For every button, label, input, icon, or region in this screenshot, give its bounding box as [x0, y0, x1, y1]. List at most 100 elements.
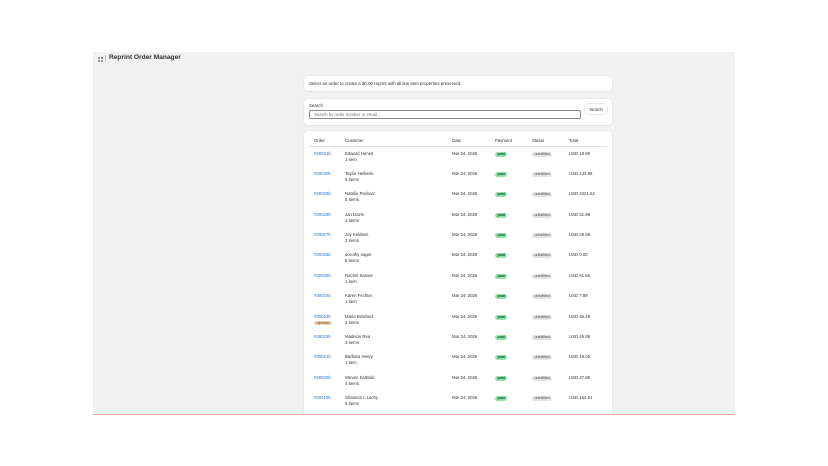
order-link[interactable]: #30030b: [314, 171, 331, 176]
fulfillment-badge: unfulfilled: [532, 375, 553, 381]
table-row[interactable]: #30021b Barbara Henry 1 item Mar 24, 2026 pa…: [309, 351, 607, 371]
payment-cell: paid: [490, 371, 527, 391]
orders-table: Order Customer Date Payment Status Total…: [309, 135, 607, 412]
order-link[interactable]: #30028b: [314, 212, 331, 217]
date-cell: Mar 24, 2026: [447, 371, 490, 391]
order-total: USD 46.99: [569, 334, 591, 340]
item-count: 2 items: [345, 319, 359, 325]
fulfillment-badge: unfulfilled: [532, 335, 553, 341]
info-text: Select an order to create a $0.00 reprin…: [309, 81, 462, 86]
order-link[interactable]: #30025b: [314, 273, 331, 278]
total-cell: USD 28.59: [564, 229, 607, 249]
order-link[interactable]: #30027b: [314, 232, 331, 237]
table-row[interactable]: #30023b reprinted Marie Botsford 2 items Mar…: [309, 310, 607, 330]
header-customer[interactable]: Customer: [340, 135, 447, 147]
customer-name: Jan Davis: [345, 211, 364, 217]
header-date[interactable]: Date: [447, 135, 490, 147]
payment-badge: paid: [495, 314, 508, 320]
fulfillment-badge: unfulfilled: [532, 151, 553, 157]
payment-cell: paid: [490, 167, 527, 187]
payment-badge: paid: [495, 273, 508, 279]
status-cell: unfulfilled: [527, 331, 564, 351]
table-row[interactable]: #30019b Shannon L Litchy 5 items Mar 24, 20…: [309, 392, 607, 412]
fulfillment-badge: unfulfilled: [532, 314, 553, 320]
fulfillment-badge: unfulfilled: [532, 171, 553, 177]
item-count: 5 items: [345, 258, 359, 264]
customer-name: Natalie Pavlovic: [345, 191, 376, 197]
app-grid-icon[interactable]: [98, 57, 103, 62]
customer-name: Marie Botsford: [345, 313, 373, 319]
table-row[interactable]: #30026b dorothy sagar 5 items Mar 24, 2026 p…: [309, 249, 607, 269]
order-date: Mar 24, 2026: [452, 313, 478, 319]
payment-badge: paid: [495, 171, 508, 177]
order-total: USD 61.55: [569, 272, 591, 278]
order-total: USD 28.59: [569, 232, 591, 238]
fulfillment-badge: unfulfilled: [532, 355, 553, 361]
fulfillment-badge: unfulfilled: [532, 253, 553, 259]
header-total[interactable]: Total: [564, 135, 607, 147]
customer-name: dorothy sagar: [345, 252, 372, 258]
order-link[interactable]: #30026b: [314, 252, 331, 257]
item-count: 5 items: [345, 401, 359, 407]
order-total: USD 46.49: [569, 313, 591, 319]
table-row[interactable]: #30028b Jan Davis 4 items Mar 24, 2026 paid u…: [309, 208, 607, 228]
item-count: 5 items: [345, 176, 359, 182]
customer-cell: Jan Davis 4 items: [340, 208, 447, 228]
order-cell: #30025b: [309, 269, 340, 289]
payment-badge: paid: [495, 212, 508, 218]
status-cell: unfulfilled: [527, 269, 564, 289]
item-count: 3 items: [345, 340, 359, 346]
table-row[interactable]: #30024b Karen Fechter 1 item Mar 24, 2026 pa…: [309, 290, 607, 310]
order-link[interactable]: #30019b: [314, 395, 331, 400]
order-total: USD 31.99: [569, 211, 591, 217]
order-cell: #30031b: [309, 147, 340, 168]
date-cell: Mar 24, 2026: [447, 269, 490, 289]
header-payment[interactable]: Payment: [490, 135, 527, 147]
search-card: Search Search: [304, 99, 612, 125]
total-cell: USD 37.89: [564, 371, 607, 391]
date-cell: Mar 24, 2026: [447, 310, 490, 330]
order-date: Mar 24, 2026: [452, 170, 478, 176]
order-total: USD 37.89: [569, 374, 591, 380]
order-link[interactable]: #30031b: [314, 151, 331, 156]
table-row[interactable]: #30022b Madison Rea 3 items Mar 24, 2026 pai…: [309, 331, 607, 351]
order-link[interactable]: #30024b: [314, 293, 331, 298]
order-link[interactable]: #30020b: [314, 375, 331, 380]
order-date: Mar 24, 2026: [452, 272, 478, 278]
order-link[interactable]: #30023b: [314, 314, 331, 319]
table-row[interactable]: #30029b Natalie Pavlovic 5 items Mar 24, 20…: [309, 188, 607, 208]
table-row[interactable]: #30030b Taylor Heiberle 5 items Mar 24, 202…: [309, 167, 607, 187]
search-button[interactable]: Search: [585, 104, 607, 114]
order-cell: #30026b: [309, 249, 340, 269]
order-cell: #30023b reprinted: [309, 310, 340, 330]
item-count: 4 items: [345, 380, 359, 386]
customer-name: Taylor Heiberle: [345, 170, 374, 176]
table-row[interactable]: #30025b Rachel Sasser 1 item Mar 24, 2026 pa…: [309, 269, 607, 289]
info-banner: Select an order to create a $0.00 reprin…: [304, 76, 612, 91]
total-cell: USD 18.99: [564, 147, 607, 168]
fulfillment-badge: unfulfilled: [532, 294, 553, 300]
order-link[interactable]: #30022b: [314, 334, 331, 339]
table-row[interactable]: #30031b Edward Henelt 1 item Mar 24, 2026 pa…: [309, 147, 607, 168]
order-total: USD 7.99: [569, 293, 588, 299]
orders-table-card: Order Customer Date Payment Status Total…: [304, 131, 612, 414]
customer-name: Rachel Sasser: [345, 272, 373, 278]
date-cell: Mar 24, 2026: [447, 290, 490, 310]
customer-name: Barbara Henry: [345, 354, 373, 360]
status-cell: unfulfilled: [527, 167, 564, 187]
payment-cell: paid: [490, 147, 527, 168]
total-cell: USD 3421.62: [564, 188, 607, 208]
payment-badge: paid: [495, 151, 508, 157]
header-status[interactable]: Status: [527, 135, 564, 147]
table-row[interactable]: #30027b Joy Keldsen 2 items Mar 24, 2026 pai…: [309, 229, 607, 249]
table-row[interactable]: #30020b Steven Kaltsaki 4 items Mar 24, 202…: [309, 371, 607, 391]
order-link[interactable]: #30029b: [314, 191, 331, 196]
order-total: USD 18.99: [569, 150, 591, 156]
date-cell: Mar 24, 2026: [447, 249, 490, 269]
search-input[interactable]: [309, 110, 581, 119]
item-count: 2 items: [345, 238, 359, 244]
order-link[interactable]: #30021b: [314, 354, 331, 359]
header-order[interactable]: Order: [309, 135, 340, 147]
total-cell: USD 7.99: [564, 290, 607, 310]
payment-badge: paid: [495, 396, 508, 402]
